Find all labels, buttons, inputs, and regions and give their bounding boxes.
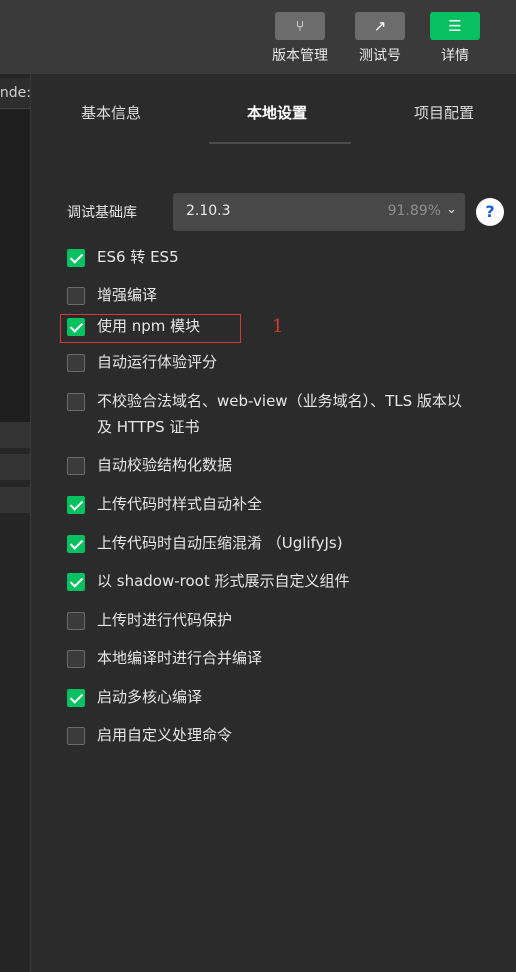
option-checkbox[interactable] (67, 535, 85, 553)
branch-icon: ⑂ (275, 12, 325, 40)
debug-lib-version: 2.10.3 (186, 203, 231, 219)
option-label: 上传代码时自动压缩混淆 （UglifyJs) (97, 534, 343, 552)
option-checkbox[interactable] (67, 727, 85, 745)
top-toolbar: ⑂ 版本管理 ↗ 测试号 ☰ 详情 (0, 0, 516, 74)
chevron-down-icon: ⌄ (446, 202, 457, 217)
tab-project-config[interactable]: 项目配置 (414, 102, 474, 123)
test-account-button[interactable]: ↗ 测试号 (342, 12, 418, 65)
editor-panel-row (0, 454, 30, 480)
option-label: 上传时进行代码保护 (97, 611, 233, 629)
editor-tab-label: inde: (0, 85, 30, 101)
test-account-label: 测试号 (359, 48, 401, 64)
option-checkbox[interactable] (67, 249, 85, 267)
option-label: 自动运行体验评分 (97, 353, 218, 371)
option-label: 启动多核心编译 (97, 688, 203, 706)
details-panel: 基本信息 本地设置 项目配置 调试基础库 2.10.3 91.89% ⌄ ? E… (31, 74, 516, 972)
option-label: 不校验合法域名、web-view（业务域名）、TLS 版本以及 HTTPS 证书 (97, 392, 462, 436)
share-icon: ↗ (355, 12, 405, 40)
option-checkbox[interactable] (67, 573, 85, 591)
option-label: 自动校验结构化数据 (97, 456, 233, 474)
editor-divider (0, 108, 30, 109)
editor-area[interactable] (0, 110, 30, 422)
option-checkbox[interactable] (67, 689, 85, 707)
option-label: 增强编译 (97, 286, 158, 304)
annotation-number: 1 (272, 316, 284, 337)
option-checkbox[interactable] (67, 354, 85, 372)
option-checkbox[interactable] (67, 496, 85, 514)
annotation-box (60, 314, 241, 343)
option-checkbox[interactable] (67, 287, 85, 305)
debug-lib-select[interactable]: 2.10.3 91.89% ⌄ (173, 193, 465, 231)
option-checkbox[interactable] (67, 457, 85, 475)
active-tab-indicator (209, 142, 351, 144)
option-label: 本地编译时进行合并编译 (97, 649, 263, 667)
option-checkbox[interactable] (67, 650, 85, 668)
debug-lib-label: 调试基础库 (67, 205, 137, 221)
tab-basic-info[interactable]: 基本信息 (81, 102, 141, 123)
editor-panel-row (0, 422, 30, 448)
version-management-button[interactable]: ⑂ 版本管理 (262, 12, 338, 65)
editor-tab[interactable]: inde: (0, 78, 30, 108)
option-label: 启用自定义处理命令 (97, 726, 233, 744)
option-checkbox[interactable] (67, 393, 85, 411)
details-button[interactable]: ☰ 详情 (417, 12, 493, 65)
tab-local-settings[interactable]: 本地设置 (247, 102, 307, 123)
details-label: 详情 (441, 48, 469, 64)
option-checkbox[interactable] (67, 612, 85, 630)
version-management-label: 版本管理 (272, 48, 328, 64)
menu-icon: ☰ (430, 12, 480, 40)
option-label: 上传代码时样式自动补全 (97, 495, 263, 513)
option-label: ES6 转 ES5 (97, 248, 179, 266)
help-icon[interactable]: ? (476, 198, 504, 226)
debug-lib-coverage: 91.89% (387, 203, 441, 219)
debug-lib-row: 调试基础库 2.10.3 91.89% ⌄ ? (31, 193, 516, 231)
editor-panel-row (0, 487, 30, 513)
option-label: 以 shadow-root 形式展示自定义组件 (97, 572, 350, 590)
